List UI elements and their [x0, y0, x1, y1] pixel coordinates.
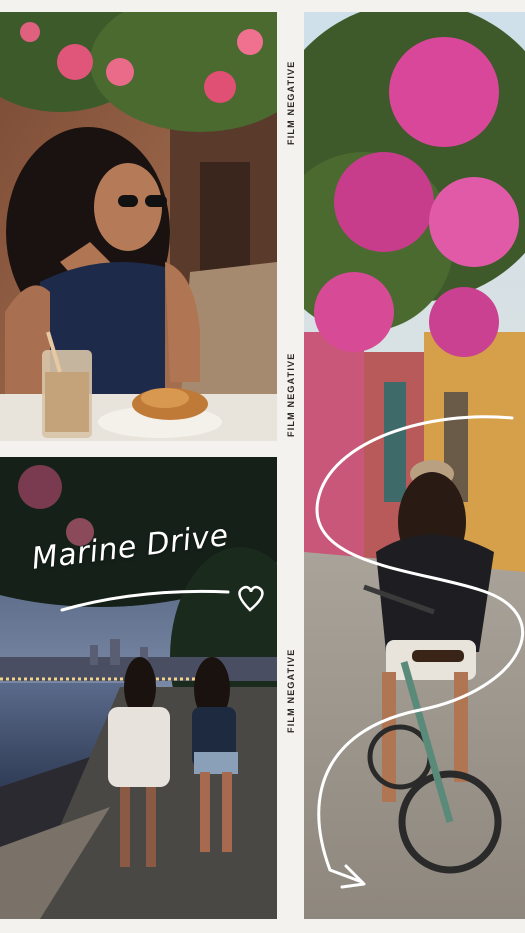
- film-negative-label-3: FILM NEGATIVE: [286, 648, 296, 733]
- film-negative-label-2: FILM NEGATIVE: [286, 352, 296, 437]
- photo-marine-drive-night: [0, 457, 277, 919]
- film-negative-label-1: FILM NEGATIVE: [286, 60, 296, 145]
- photo-cafe-woman: [0, 12, 277, 441]
- photo-bougainvillea-street: [304, 12, 525, 919]
